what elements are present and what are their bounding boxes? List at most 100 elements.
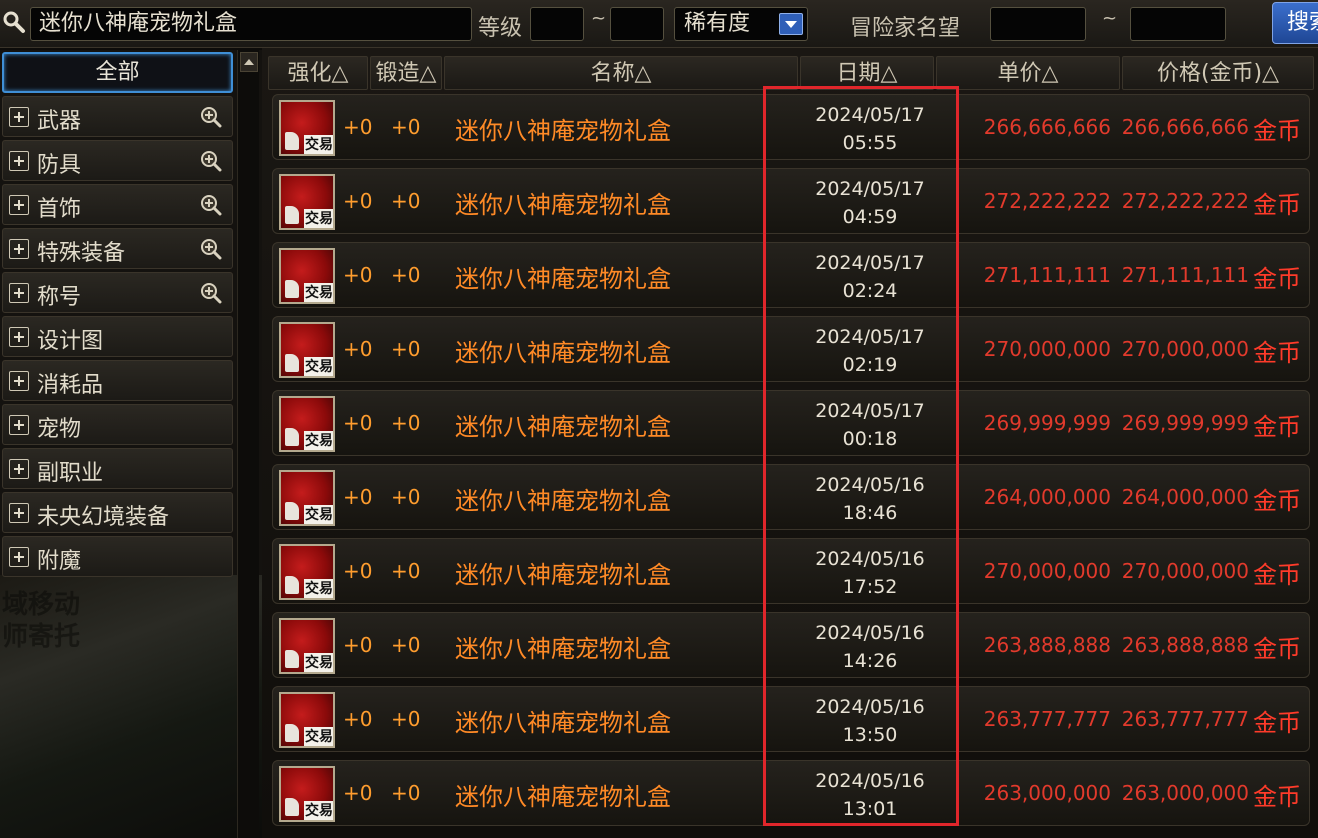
table-row[interactable]: 交易 +0 +0 迷你八神庵宠物礼盒 2024/05/16 13:50 263,777,77… [272,686,1310,752]
level-max-input[interactable] [610,7,664,41]
chevron-down-icon[interactable] [779,13,803,35]
expand-plus-icon[interactable] [9,239,29,259]
listing-date-time: 04:59 [842,206,898,228]
scroll-up-icon[interactable] [240,52,258,72]
forge-value: +0 [391,263,421,287]
item-icon-detail [285,502,299,520]
item-icon-detail [285,798,299,816]
zoom-in-icon[interactable] [200,282,222,304]
total-price: 264,000,000 [1121,485,1249,509]
total-price: 263,777,777 [1121,707,1249,731]
tradeable-tag: 交易 [304,727,333,746]
column-header-price-gold[interactable]: 价格(金币)△ [1122,56,1314,90]
item-icon-detail [285,354,299,372]
enhance-value: +0 [343,263,373,287]
reputation-min-input[interactable] [990,7,1086,41]
expand-plus-icon[interactable] [9,107,29,127]
red-cap-item-icon[interactable]: 交易 [279,100,335,156]
zoom-in-icon[interactable] [200,106,222,128]
item-name-search-input[interactable]: 迷你八神庵宠物礼盒 [30,7,472,41]
expand-plus-icon[interactable] [9,459,29,479]
enhance-value: +0 [343,411,373,435]
category-item[interactable]: 宠物 [2,404,233,445]
column-header-name[interactable]: 名称△ [444,56,798,90]
enhance-value: +0 [343,115,373,139]
unit-price: 270,000,000 [983,559,1111,583]
category-item[interactable]: 称号 [2,272,233,313]
red-cap-item-icon[interactable]: 交易 [279,544,335,600]
total-price: 263,888,888 [1121,633,1249,657]
item-icon-detail [285,206,299,224]
table-row[interactable]: 交易 +0 +0 迷你八神庵宠物礼盒 2024/05/16 13:01 263,000,00… [272,760,1310,826]
red-cap-item-icon[interactable]: 交易 [279,470,335,526]
zoom-in-icon[interactable] [200,150,222,172]
listing-date-time: 02:24 [842,280,898,302]
rarity-select[interactable]: 稀有度 [674,7,808,41]
category-item[interactable]: 防具 [2,140,233,181]
tradeable-tag: 交易 [304,209,333,228]
unit-price: 264,000,000 [983,485,1111,509]
table-row[interactable]: 交易 +0 +0 迷你八神庵宠物礼盒 2024/05/16 18:46 264,000,00… [272,464,1310,530]
category-item[interactable]: 副职业 [2,448,233,489]
red-cap-item-icon[interactable]: 交易 [279,766,335,822]
category-label: 副职业 [37,461,104,486]
expand-plus-icon[interactable] [9,283,29,303]
expand-plus-icon[interactable] [9,371,29,391]
category-label: 消耗品 [37,373,104,398]
zoom-in-icon[interactable] [200,194,222,216]
table-header: 强化△ 锻造△ 名称△ 日期△ 单价△ 价格(金币)△ [268,56,1314,90]
expand-plus-icon[interactable] [9,195,29,215]
enhance-value: +0 [343,559,373,583]
item-icon-detail [285,132,299,150]
red-cap-item-icon[interactable]: 交易 [279,248,335,304]
listing-date-time: 18:46 [842,502,898,524]
sidebar-scrollbar[interactable] [237,50,259,838]
category-item[interactable]: 首饰 [2,184,233,225]
zoom-in-icon[interactable] [200,238,222,260]
reputation-max-input[interactable] [1130,7,1226,41]
expand-plus-icon[interactable] [9,547,29,567]
red-cap-item-icon[interactable]: 交易 [279,174,335,230]
item-name: 迷你八神庵宠物礼盒 [455,487,671,515]
reputation-range-separator: ~ [1102,8,1118,29]
table-row[interactable]: 交易 +0 +0 迷你八神庵宠物礼盒 2024/05/16 17:52 270,000,00… [272,538,1310,604]
level-min-input[interactable] [530,7,584,41]
category-label: 武器 [37,109,82,134]
unit-price: 272,222,222 [983,189,1111,213]
table-row[interactable]: 交易 +0 +0 迷你八神庵宠物礼盒 2024/05/17 04:59 272,222,22… [272,168,1310,234]
table-row[interactable]: 交易 +0 +0 迷你八神庵宠物礼盒 2024/05/17 05:55 266,666,66… [272,94,1310,160]
category-all[interactable]: 全部 [2,52,233,93]
red-cap-item-icon[interactable]: 交易 [279,618,335,674]
listing-date-time: 17:52 [842,576,898,598]
red-cap-item-icon[interactable]: 交易 [279,322,335,378]
expand-plus-icon[interactable] [9,327,29,347]
category-item[interactable]: 未央幻境装备 [2,492,233,533]
listing-date: 2024/05/17 02:24 [787,249,953,305]
category-item[interactable]: 武器 [2,96,233,137]
column-header-date[interactable]: 日期△ [800,56,934,90]
listing-date-day: 2024/05/16 [815,548,925,570]
column-header-unit-price[interactable]: 单价△ [936,56,1120,90]
table-row[interactable]: 交易 +0 +0 迷你八神庵宠物礼盒 2024/05/17 00:18 269,999,99… [272,390,1310,456]
forge-value: +0 [391,633,421,657]
search-button[interactable]: 搜索 [1272,2,1318,44]
category-item[interactable]: 特殊装备 [2,228,233,269]
currency-label: 金币 [1253,487,1301,515]
item-name: 迷你八神庵宠物礼盒 [455,117,671,145]
category-item[interactable]: 附魔 [2,536,233,577]
category-item[interactable]: 设计图 [2,316,233,357]
expand-plus-icon[interactable] [9,151,29,171]
table-row[interactable]: 交易 +0 +0 迷你八神庵宠物礼盒 2024/05/16 14:26 263,888,88… [272,612,1310,678]
category-item[interactable]: 消耗品 [2,360,233,401]
table-row[interactable]: 交易 +0 +0 迷你八神庵宠物礼盒 2024/05/17 02:19 270,000,00… [272,316,1310,382]
red-cap-item-icon[interactable]: 交易 [279,396,335,452]
table-row[interactable]: 交易 +0 +0 迷你八神庵宠物礼盒 2024/05/17 02:24 271,111,11… [272,242,1310,308]
column-header-forge[interactable]: 锻造△ [370,56,442,90]
red-cap-item-icon[interactable]: 交易 [279,692,335,748]
tradeable-tag: 交易 [304,653,333,672]
tradeable-tag: 交易 [304,431,333,450]
column-header-enhance[interactable]: 强化△ [268,56,368,90]
expand-plus-icon[interactable] [9,503,29,523]
enhance-value: +0 [343,337,373,361]
expand-plus-icon[interactable] [9,415,29,435]
